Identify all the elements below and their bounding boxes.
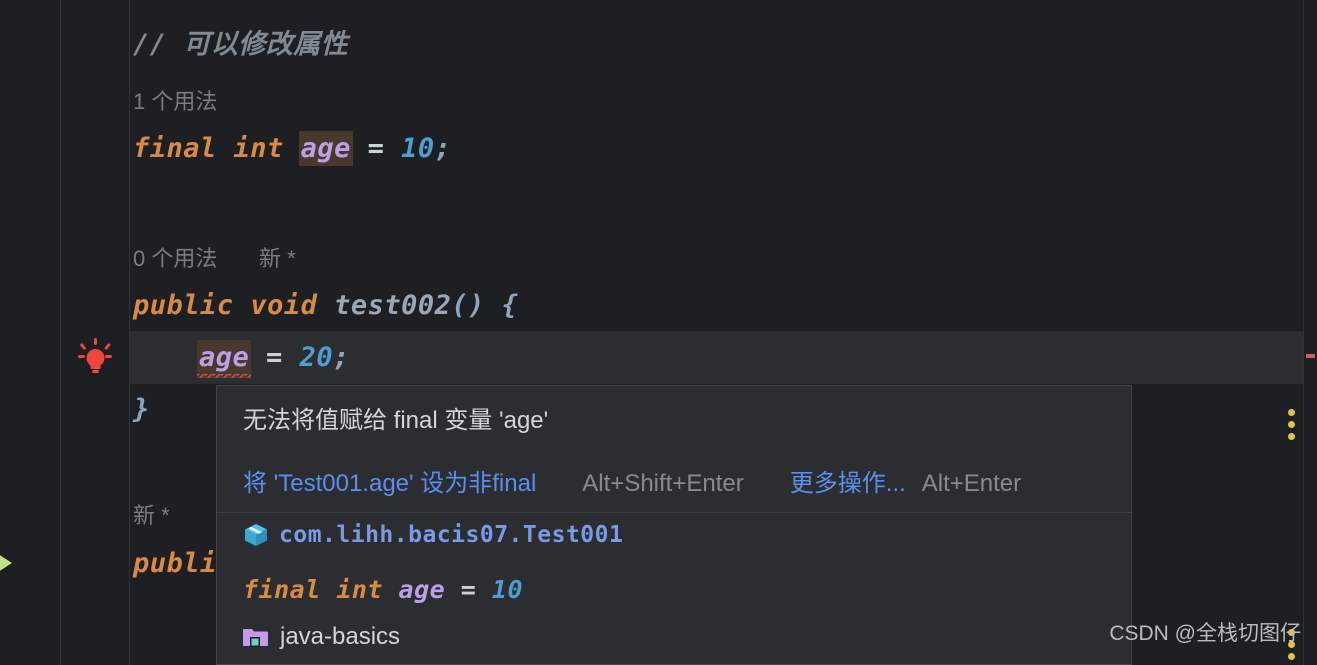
watermark: CSDN @全栈切图仔: [1109, 622, 1301, 645]
space-4: [384, 133, 401, 164]
number-literal-20: 20: [299, 342, 334, 373]
doc-space-4: [476, 575, 492, 604]
doc-space-3: [445, 575, 461, 604]
method-name-test002[interactable]: test002: [334, 290, 451, 321]
doc-operator-assign: =: [460, 575, 477, 604]
module-name: java-basics: [280, 623, 401, 650]
space-1: [217, 133, 234, 164]
code-line-method-decl[interactable]: public void test002() {: [133, 290, 518, 321]
doc-keyword-int: int: [336, 575, 383, 604]
gutter-divider-2: [129, 0, 130, 665]
kebab-menu-icon-top[interactable]: [1288, 409, 1295, 445]
space-3: [351, 133, 368, 164]
module-folder-icon: [243, 626, 269, 648]
editor-window: // 可以修改属性 1 个用法 final int age = 10; 0 个用…: [0, 0, 1317, 665]
field-signature: final int age = 10: [243, 575, 523, 604]
code-line-comment[interactable]: // 可以修改属性: [133, 22, 348, 61]
operator-assign-2: =: [266, 342, 283, 373]
code-line-field-decl[interactable]: final int age = 10;: [133, 131, 452, 166]
dot-1: [1288, 409, 1295, 416]
keyword-void: void: [250, 290, 318, 321]
error-marker-strip[interactable]: [1303, 0, 1317, 665]
inlay-hint-new-method-2[interactable]: 新 *: [133, 498, 170, 530]
semicolon-2: ;: [333, 342, 350, 373]
package-path[interactable]: com.lihh.bacis07.Test001: [279, 522, 623, 548]
keyword-int: int: [233, 133, 284, 164]
shortcut-alt-shift-enter: Alt+Shift+Enter: [582, 470, 744, 497]
dot-6: [1288, 653, 1295, 660]
shortcut-alt-enter: Alt+Enter: [921, 470, 1022, 497]
error-marker[interactable]: [1306, 354, 1315, 358]
keyword-final: final: [133, 133, 217, 164]
space-5: [234, 290, 251, 321]
space-9: [283, 342, 300, 373]
doc-identifier-age: age: [398, 575, 446, 604]
space-6: [317, 290, 334, 321]
space-7: [485, 290, 502, 321]
semicolon-1: ;: [434, 133, 452, 164]
identifier-age-assign[interactable]: age: [197, 340, 252, 378]
module-row[interactable]: java-basics: [243, 623, 400, 651]
doc-keyword-final: final: [243, 575, 321, 604]
code-line-assignment[interactable]: age = 20;: [197, 340, 350, 378]
dot-2: [1288, 421, 1295, 428]
inlay-hint-usages-field[interactable]: 1 个用法: [133, 84, 217, 116]
inlay-hint-usages-method[interactable]: 0 个用法: [133, 241, 217, 273]
number-literal-10: 10: [401, 133, 435, 164]
doc-space-2: [383, 575, 399, 604]
operator-assign: =: [367, 133, 385, 164]
open-brace: {: [501, 290, 519, 321]
doc-space-1: [321, 575, 337, 604]
keyword-public: public: [133, 290, 234, 321]
dot-3: [1288, 433, 1295, 440]
popup-action-row: 将 'Test001.age' 设为非final Alt+Shift+Enter 更…: [243, 463, 1021, 498]
lightbulb-icon[interactable]: [78, 338, 112, 376]
code-line-method-decl-2[interactable]: publi: [133, 548, 217, 579]
action-more[interactable]: 更多操作...: [790, 470, 906, 497]
run-arrow-icon[interactable]: [0, 550, 12, 576]
action-make-non-final[interactable]: 将 'Test001.age' 设为非final: [243, 470, 536, 497]
inlay-hint-new-method[interactable]: 新 *: [259, 241, 296, 273]
error-message: 无法将值赋给 final 变量 'age': [243, 407, 549, 434]
doc-number-10: 10: [491, 575, 523, 604]
identifier-age-decl[interactable]: age: [298, 131, 353, 166]
space-8: [249, 342, 266, 373]
error-tooltip-popup[interactable]: 无法将值赋给 final 变量 'age' 将 'Test001.age' 设为…: [216, 385, 1132, 665]
parentheses: (): [451, 290, 485, 321]
code-line-close-brace[interactable]: }: [133, 394, 150, 425]
package-icon: [243, 522, 269, 548]
editor-gutter-icons: [61, 0, 130, 665]
